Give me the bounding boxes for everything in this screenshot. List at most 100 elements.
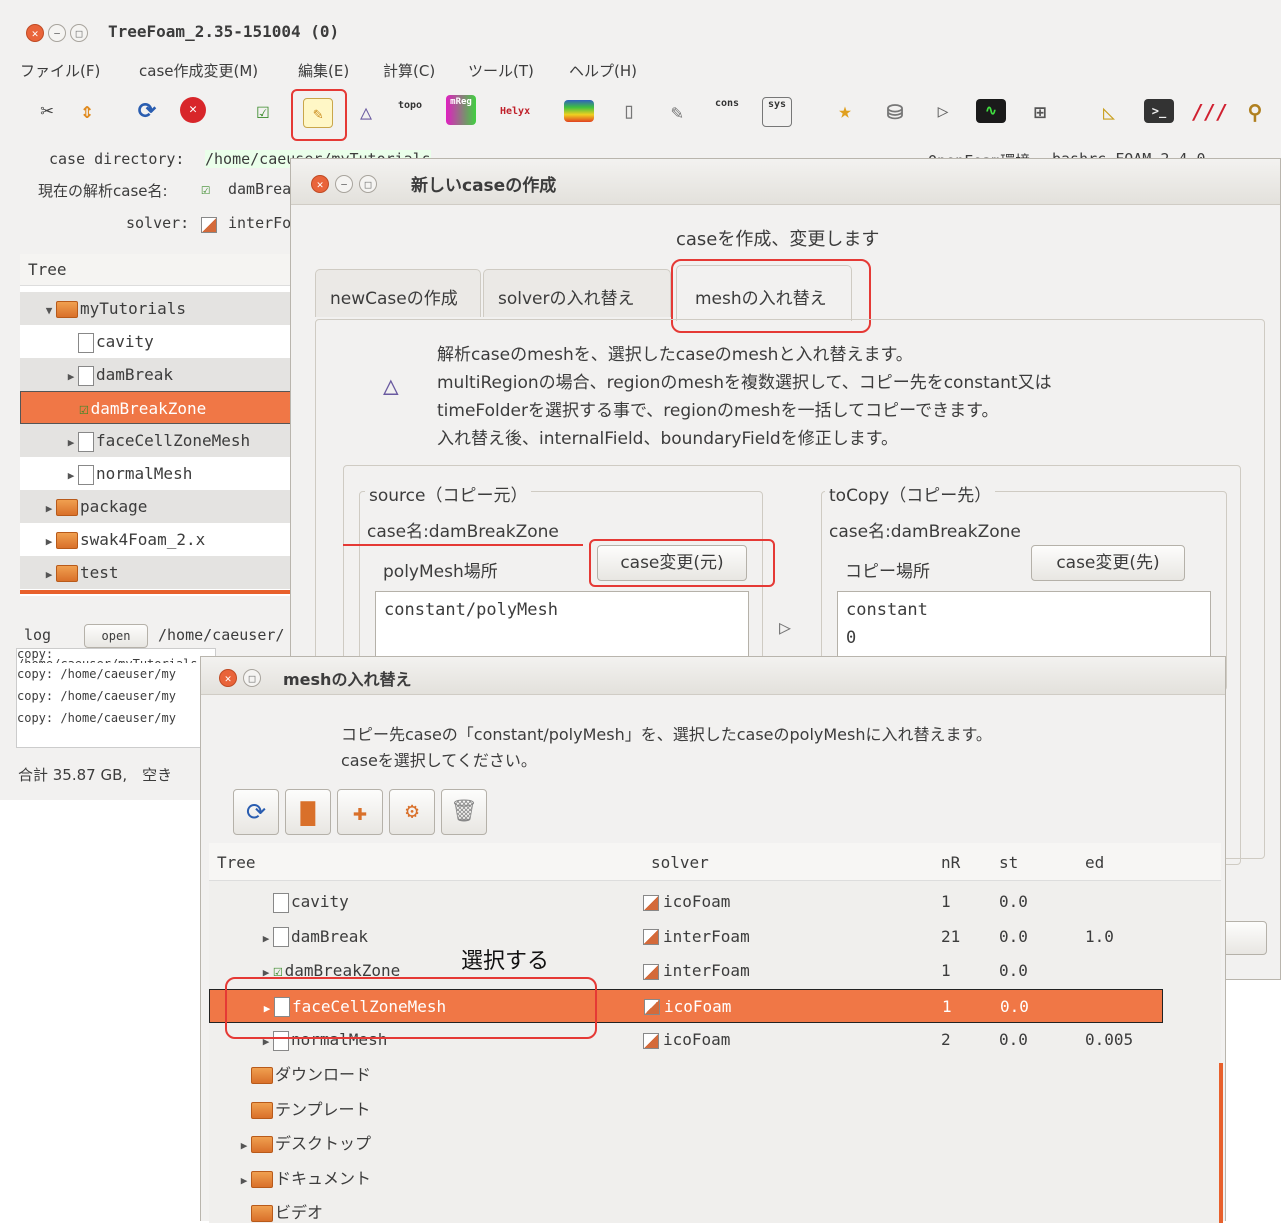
mesh-icon[interactable]: △ (351, 97, 381, 127)
folder-icon (56, 565, 78, 582)
tab-newcase[interactable]: newCaseの作成 (315, 269, 481, 317)
table-scrollbar[interactable] (1219, 1063, 1223, 1223)
table-row[interactable]: ビデオ (209, 1196, 1163, 1230)
chevron-right-icon[interactable]: ▶ (237, 1164, 251, 1198)
cons-icon[interactable]: cons (712, 97, 742, 127)
copy-arrow-icon[interactable]: ▷ (779, 615, 791, 639)
document-icon[interactable]: ▯ (614, 97, 644, 127)
tocopy-list[interactable]: constant 0 (837, 591, 1211, 661)
chevron-right-icon[interactable]: ▶ (237, 1129, 251, 1163)
topo-icon[interactable]: topo (395, 97, 425, 127)
chevron-right-icon[interactable]: ▶ (64, 459, 78, 492)
maximize-icon[interactable]: □ (243, 669, 261, 687)
tree-row[interactable]: ▶ test (20, 556, 300, 589)
tree-cell: ビデオ (237, 1196, 323, 1230)
menu-edit[interactable]: 編集(E) (298, 60, 349, 81)
menu-calc[interactable]: 計算(C) (383, 60, 435, 81)
list-item[interactable]: constant/polyMesh (376, 592, 748, 628)
close-icon[interactable]: ✕ (26, 24, 44, 42)
color-bar-icon[interactable] (564, 100, 594, 122)
table-row[interactable]: ▶ damBreak interFoam 21 0.0 1.0 (209, 920, 1163, 954)
terminal-icon[interactable]: >_ (1144, 99, 1174, 123)
minimize-icon[interactable]: − (335, 175, 353, 193)
list-item[interactable]: constant (838, 592, 1210, 620)
chevron-right-icon[interactable]: ▶ (259, 922, 273, 956)
solver-cell: interFoam (643, 954, 750, 988)
monitor-icon[interactable]: ∿ (976, 99, 1006, 123)
open-button[interactable]: open (84, 624, 148, 648)
minimize-icon[interactable]: − (48, 24, 66, 42)
file-icon (273, 892, 289, 913)
up-down-icon[interactable]: ⇕ (72, 97, 102, 127)
refresh-icon[interactable]: ⟳ (132, 97, 162, 127)
tocopy-case-change-button[interactable]: case変更(先) (1031, 545, 1185, 581)
chevron-down-icon[interactable]: ▼ (42, 294, 56, 327)
tree-row-label: faceCellZoneMesh (96, 431, 251, 450)
chevron-right-icon[interactable]: ▶ (64, 426, 78, 459)
tree-row[interactable]: ▶ normalMesh (20, 457, 300, 490)
star-icon[interactable]: ★ (830, 97, 860, 127)
wrench-icon[interactable]: ✂ (32, 97, 62, 127)
maximize-icon[interactable]: □ (359, 175, 377, 193)
folder-add-icon[interactable]: ✚ (337, 789, 383, 835)
refresh-icon[interactable]: ⟳ (233, 789, 279, 835)
menu-file[interactable]: ファイル(F) (20, 60, 100, 81)
maximize-icon[interactable]: □ (70, 24, 88, 42)
table-row[interactable]: ▶ デスクトップ (209, 1127, 1163, 1161)
col-nr[interactable]: nR (941, 853, 960, 872)
stop-icon[interactable]: ✕ (180, 97, 206, 123)
tree-header[interactable]: Tree (20, 254, 300, 286)
menu-tools[interactable]: ツール(T) (468, 60, 534, 81)
chevron-right-icon[interactable]: ▶ (42, 492, 56, 525)
tree-row[interactable]: ▶ swak4Foam_2.x (20, 523, 300, 556)
col-st[interactable]: st (999, 853, 1018, 872)
tree-row[interactable]: ▶ faceCellZoneMesh (20, 424, 300, 457)
col-ed[interactable]: ed (1085, 853, 1104, 872)
menu-help[interactable]: ヘルプ(H) (569, 60, 637, 81)
close-icon[interactable]: ✕ (219, 669, 237, 687)
paraview-icon[interactable]: /// (1192, 97, 1228, 127)
tree-cell: ダウンロード (237, 1058, 371, 1092)
menubar: ファイル(F) case作成変更(M) 編集(E) 計算(C) ツール(T) ヘ… (0, 54, 1281, 84)
col-solver[interactable]: solver (651, 853, 709, 872)
grid-icon[interactable]: ⊞ (1025, 97, 1055, 127)
table-row[interactable]: ▶ ドキュメント (209, 1162, 1163, 1196)
col-tree[interactable]: Tree (217, 853, 256, 872)
tab-solver[interactable]: solverの入れ替え (483, 269, 671, 317)
folder-settings-icon[interactable]: ⚙ (389, 789, 435, 835)
tree-row[interactable]: ▼ myTutorials (20, 292, 300, 325)
tree-row[interactable]: ▶ damBreak (20, 358, 300, 391)
tab-label: solverの入れ替え (498, 289, 635, 309)
table-row[interactable]: cavity icoFoam 1 0.0 (209, 885, 1163, 919)
table-row[interactable]: テンプレート (209, 1093, 1163, 1127)
tree-row[interactable]: ▶ package (20, 490, 300, 523)
log-area[interactable]: copy: /home/caeuser/myTutorials copy: /h… (16, 648, 216, 748)
bird-icon[interactable]: ⚲ (1240, 97, 1270, 127)
list-item[interactable]: 0 (838, 620, 1210, 648)
chevron-right-icon[interactable]: ▶ (64, 360, 78, 393)
folder-icon[interactable]: ▇ (285, 789, 331, 835)
source-list[interactable]: constant/polyMesh (375, 591, 749, 661)
menu-case[interactable]: case作成変更(M) (139, 60, 258, 81)
tree-row[interactable]: ☑ damBreakZone (20, 391, 300, 424)
edit-icon[interactable]: ✎ (662, 97, 692, 127)
table-row[interactable]: ダウンロード (209, 1058, 1163, 1092)
close-icon[interactable]: ✕ (311, 175, 329, 193)
mreg-icon[interactable]: mReg (446, 95, 476, 125)
toolbar: ✂ ⇕ ⟳ ✕ ☑ ✎ △ topo mReg Helyx ▯ ✎ cons s… (0, 92, 1281, 136)
tree-row[interactable]: cavity (20, 325, 300, 358)
solver-label: solver: (126, 214, 190, 232)
cylinder-icon[interactable]: ⛁ (880, 97, 910, 127)
triangle-ruler-icon[interactable]: ◺ (1094, 97, 1124, 127)
chevron-right-icon[interactable]: ▶ (42, 525, 56, 558)
trash-icon[interactable]: 🗑 (441, 789, 487, 835)
tree-hscroll[interactable] (20, 590, 300, 594)
play-icon[interactable]: ▷ (928, 97, 958, 127)
helyx-icon[interactable]: Helyx (500, 97, 530, 127)
folder-icon (251, 1101, 273, 1119)
check-case-icon[interactable]: ☑ (248, 97, 278, 127)
check-icon: ☑ (79, 399, 89, 418)
ed-cell: 1.0 (1085, 926, 1114, 946)
chevron-right-icon[interactable]: ▶ (42, 558, 56, 591)
sys-icon[interactable]: sys (762, 97, 792, 127)
